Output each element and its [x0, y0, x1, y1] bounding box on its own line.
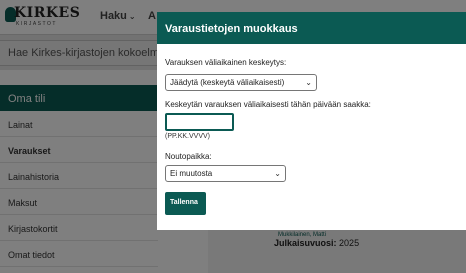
pickup-label: Noutopaikka:: [165, 152, 212, 161]
save-button[interactable]: Tallenna: [165, 192, 206, 215]
pause-select-value: Jäädytä (keskeytä väliaikaisesti): [170, 78, 285, 87]
pickup-location-select[interactable]: Ei muutosta ⌄: [165, 165, 286, 182]
chevron-down-icon: ⌄: [274, 169, 281, 178]
dialog-title: Varaustietojen muokkaus: [157, 12, 466, 44]
date-label: Keskeytän varauksen väliaikaisesti tähän…: [165, 100, 371, 109]
pickup-select-value: Ei muutosta: [170, 169, 213, 178]
edit-reservation-dialog: Varaustietojen muokkaus Varauksen väliai…: [157, 12, 466, 230]
chevron-down-icon: ⌄: [305, 78, 312, 87]
pause-select[interactable]: Jäädytä (keskeytä väliaikaisesti) ⌄: [165, 74, 317, 91]
pause-label: Varauksen väliaikainen keskeytys:: [165, 58, 287, 67]
date-format-hint: (PP.KK.VVVV): [165, 133, 211, 140]
pause-until-date-input[interactable]: [165, 113, 234, 131]
